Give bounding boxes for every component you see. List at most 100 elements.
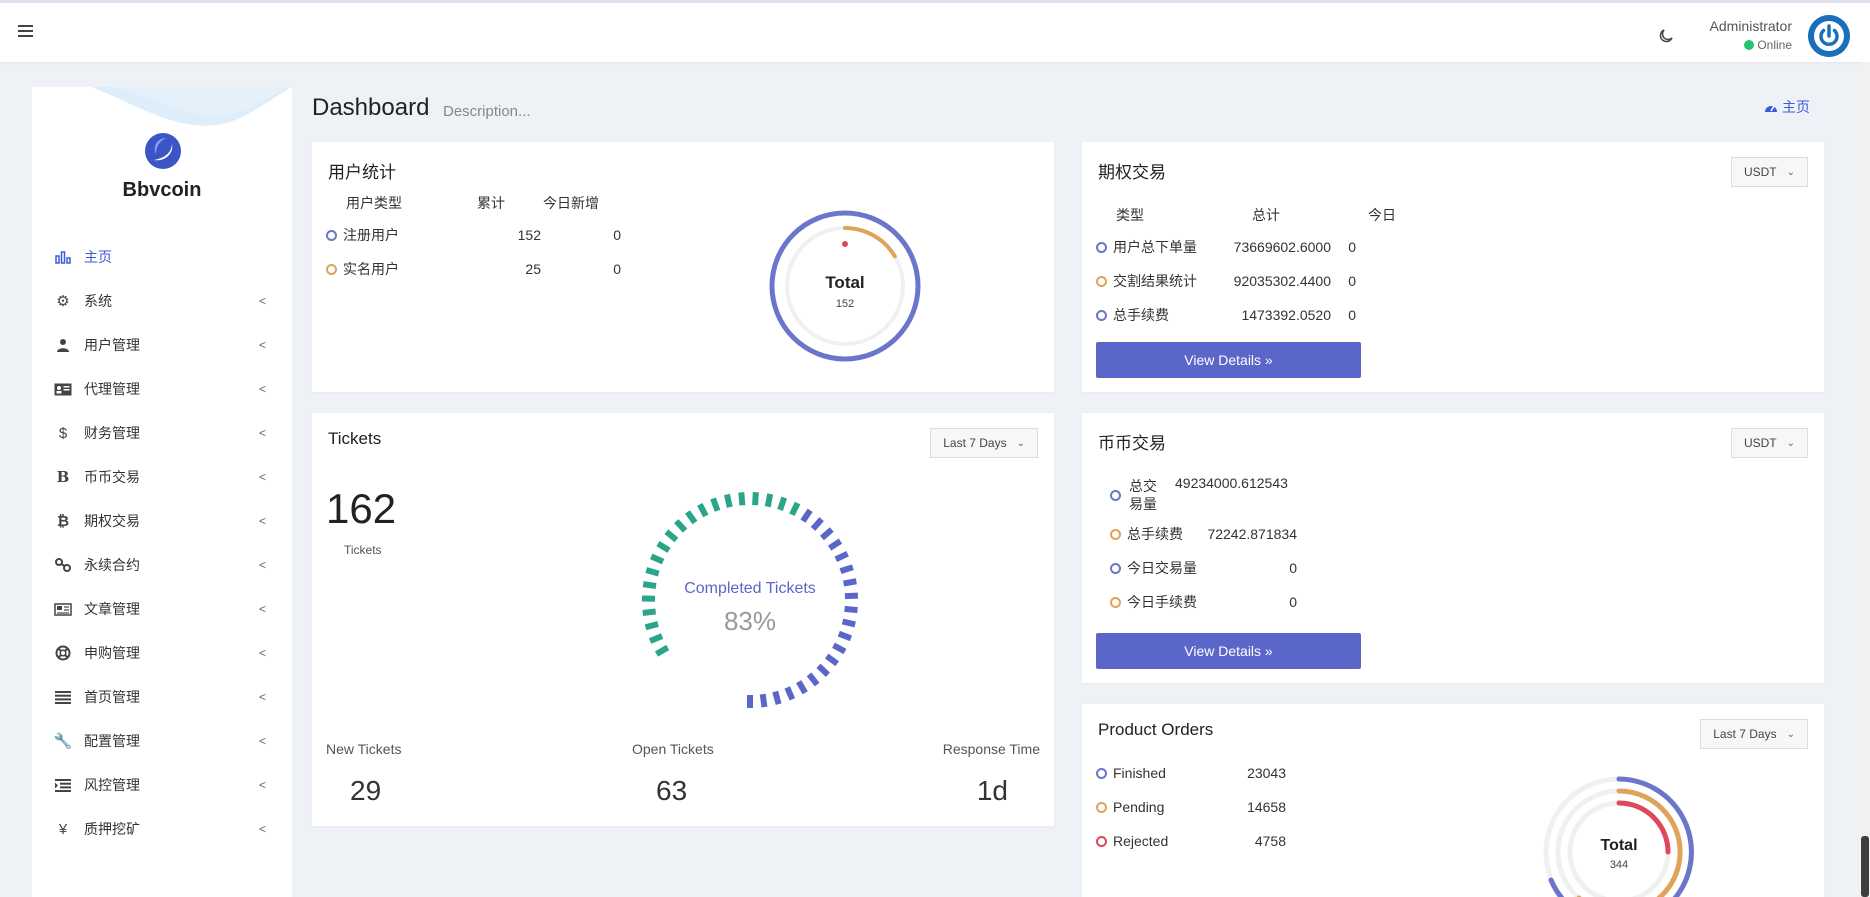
sidebar: Bbvcoin 主页 ⚙ 系统 < 用户管理 < 代理管理 < $ 财务管理 <… (32, 87, 292, 897)
legend-dot-icon (1110, 528, 1121, 540)
gauge-tick (710, 497, 721, 512)
sidebar-nav: 主页 ⚙ 系统 < 用户管理 < 代理管理 < $ 财务管理 < B 币币交易 … (32, 235, 292, 851)
table-row: 交割结果统计 92035302.4400 0 (1096, 264, 1396, 298)
wrench-icon: 🔧 (53, 733, 73, 750)
card-title: 用户统计 (328, 163, 396, 182)
open-tickets-label: Open Tickets (632, 741, 714, 757)
gauge-tick (843, 578, 857, 587)
chevron-left-icon: < (258, 470, 266, 484)
gauge-tick (844, 605, 858, 614)
sidebar-item-agent-management[interactable]: 代理管理 < (32, 367, 292, 411)
period-select[interactable]: Last 7 Days ⌄ (930, 428, 1038, 458)
breadcrumb-home-label: 主页 (1782, 99, 1810, 115)
view-details-button[interactable]: View Details » (1096, 342, 1361, 378)
page-scrollbar-track[interactable] (1860, 62, 1870, 897)
table-header-cell: 类型 (1116, 207, 1144, 223)
dark-mode-moon-icon[interactable] (1657, 27, 1675, 45)
gauge-tick (827, 538, 843, 551)
table-cell: 73669602.6000 (1233, 239, 1331, 255)
period-select[interactable]: Last 7 Days ⌄ (1700, 719, 1808, 749)
sidebar-item-config[interactable]: 🔧 配置管理 < (32, 719, 292, 763)
gauge-tick (759, 693, 768, 708)
row-value: 14658 (1247, 799, 1286, 815)
sidebar-item-perpetual[interactable]: 永续合约 < (32, 543, 292, 587)
gauge-tick (650, 553, 665, 565)
user-stats-table: 用户类型 累计 今日新增 注册用户 152 0 实名用户 25 0 (326, 188, 621, 286)
row-label: 交割结果统计 (1113, 273, 1197, 289)
response-time-value: 1d (976, 775, 1008, 806)
sidebar-item-home[interactable]: 主页 (32, 235, 292, 279)
row-label: Pending (1113, 799, 1165, 815)
currency-select[interactable]: USDT ⌄ (1730, 428, 1808, 458)
chevron-left-icon: < (258, 778, 266, 792)
gauge-tick (796, 680, 808, 695)
gauge-tick (806, 672, 820, 687)
gauge-tick (844, 592, 859, 600)
sidebar-item-system[interactable]: ⚙ 系统 < (32, 279, 292, 323)
gauge-tick (834, 550, 849, 562)
sidebar-wave-decoration (92, 87, 292, 126)
user-status-text: Online (1757, 38, 1792, 52)
row-label: 今日交易量 (1127, 560, 1197, 576)
table-cell: 92035302.4400 (1233, 273, 1331, 289)
sidebar-item-user-management[interactable]: 用户管理 < (32, 323, 292, 367)
sidebar-item-finance[interactable]: $ 财务管理 < (32, 411, 292, 455)
ring-label: Total (825, 273, 864, 292)
sidebar-item-options-trading[interactable]: ₿ 期权交易 < (32, 499, 292, 543)
bar-chart-icon (54, 250, 72, 264)
gauge-tick (752, 491, 759, 506)
table-header-cell: 总计 (1252, 207, 1280, 223)
chevron-left-icon: < (258, 690, 266, 704)
avatar-power-icon[interactable] (1808, 15, 1850, 57)
product-orders-card: Product Orders Last 7 Days ⌄ Finished 230… (1082, 704, 1824, 897)
card-title: Product Orders (1098, 720, 1214, 739)
gauge-tick (642, 608, 657, 616)
list-item: 总交易量 49234000.612543 (1110, 473, 1297, 517)
table-header-cell: 今日新增 (543, 195, 599, 211)
list-cell: Rejected (1096, 833, 1221, 849)
gauge-tick (645, 567, 660, 577)
online-dot (1744, 40, 1755, 50)
user-name[interactable]: Administrator (1710, 18, 1792, 34)
sidebar-item-label: 财务管理 (84, 425, 140, 441)
view-details-button[interactable]: View Details » (1096, 633, 1361, 669)
lifebuoy-icon (54, 645, 72, 661)
sidebar-item-homepage[interactable]: 首页管理 < (32, 675, 292, 719)
ring-label: Total (1600, 837, 1637, 854)
legend-dot-icon (1096, 310, 1107, 321)
gauge-tick (764, 493, 774, 508)
gauge-label: Completed Tickets (684, 580, 816, 597)
top-bar: Administrator Online (0, 0, 1870, 62)
table-cell: 交割结果统计 (1096, 271, 1221, 291)
completed-tickets-gauge: Completed Tickets 83% (641, 491, 859, 708)
sidebar-item-risk-control[interactable]: 风控管理 < (32, 763, 292, 807)
user-icon (54, 338, 72, 352)
tickets-card: Tickets Last 7 Days ⌄ 162 Tickets Complet… (312, 413, 1054, 826)
page-scrollbar-thumb[interactable] (1861, 836, 1869, 897)
list-item: 今日交易量 0 (1110, 551, 1297, 585)
gauge-value: 83% (724, 606, 776, 636)
list-cell: Pending (1096, 799, 1221, 815)
currency-select[interactable]: USDT ⌄ (1730, 157, 1808, 187)
table-cell: 0 (613, 261, 621, 277)
table-cell: 152 (517, 227, 541, 243)
row-label: 用户总下单量 (1113, 239, 1197, 255)
sidebar-item-subscription[interactable]: 申购管理 < (32, 631, 292, 675)
menu-toggle-icon[interactable] (18, 25, 33, 37)
gauge-tick (724, 493, 733, 508)
options-trading-table: 类型 总计 今日 用户总下单量 73669602.6000 0 交割结果统计 9… (1096, 200, 1396, 332)
sidebar-item-coin-trading[interactable]: B 币币交易 < (32, 455, 292, 499)
gauge-tick (777, 496, 788, 511)
legend-dot-icon (1096, 768, 1107, 779)
sidebar-item-staking[interactable]: ¥ 质押挖矿 < (32, 807, 292, 851)
coin-trading-card: 币币交易 USDT ⌄ 总交易量 49234000.612543 总手续费 722… (1082, 413, 1824, 683)
gauge-tick (819, 527, 834, 541)
sidebar-item-label: 系统 (84, 293, 112, 309)
chevron-left-icon: < (258, 558, 266, 572)
breadcrumb-home-link[interactable]: 主页 (1764, 97, 1810, 117)
sidebar-item-articles[interactable]: 文章管理 < (32, 587, 292, 631)
gauge-tick (674, 519, 688, 533)
chevron-down-icon: ⌄ (1016, 437, 1025, 449)
yen-icon: ¥ (58, 820, 68, 838)
list-item: 今日手续费 0 (1110, 585, 1297, 619)
